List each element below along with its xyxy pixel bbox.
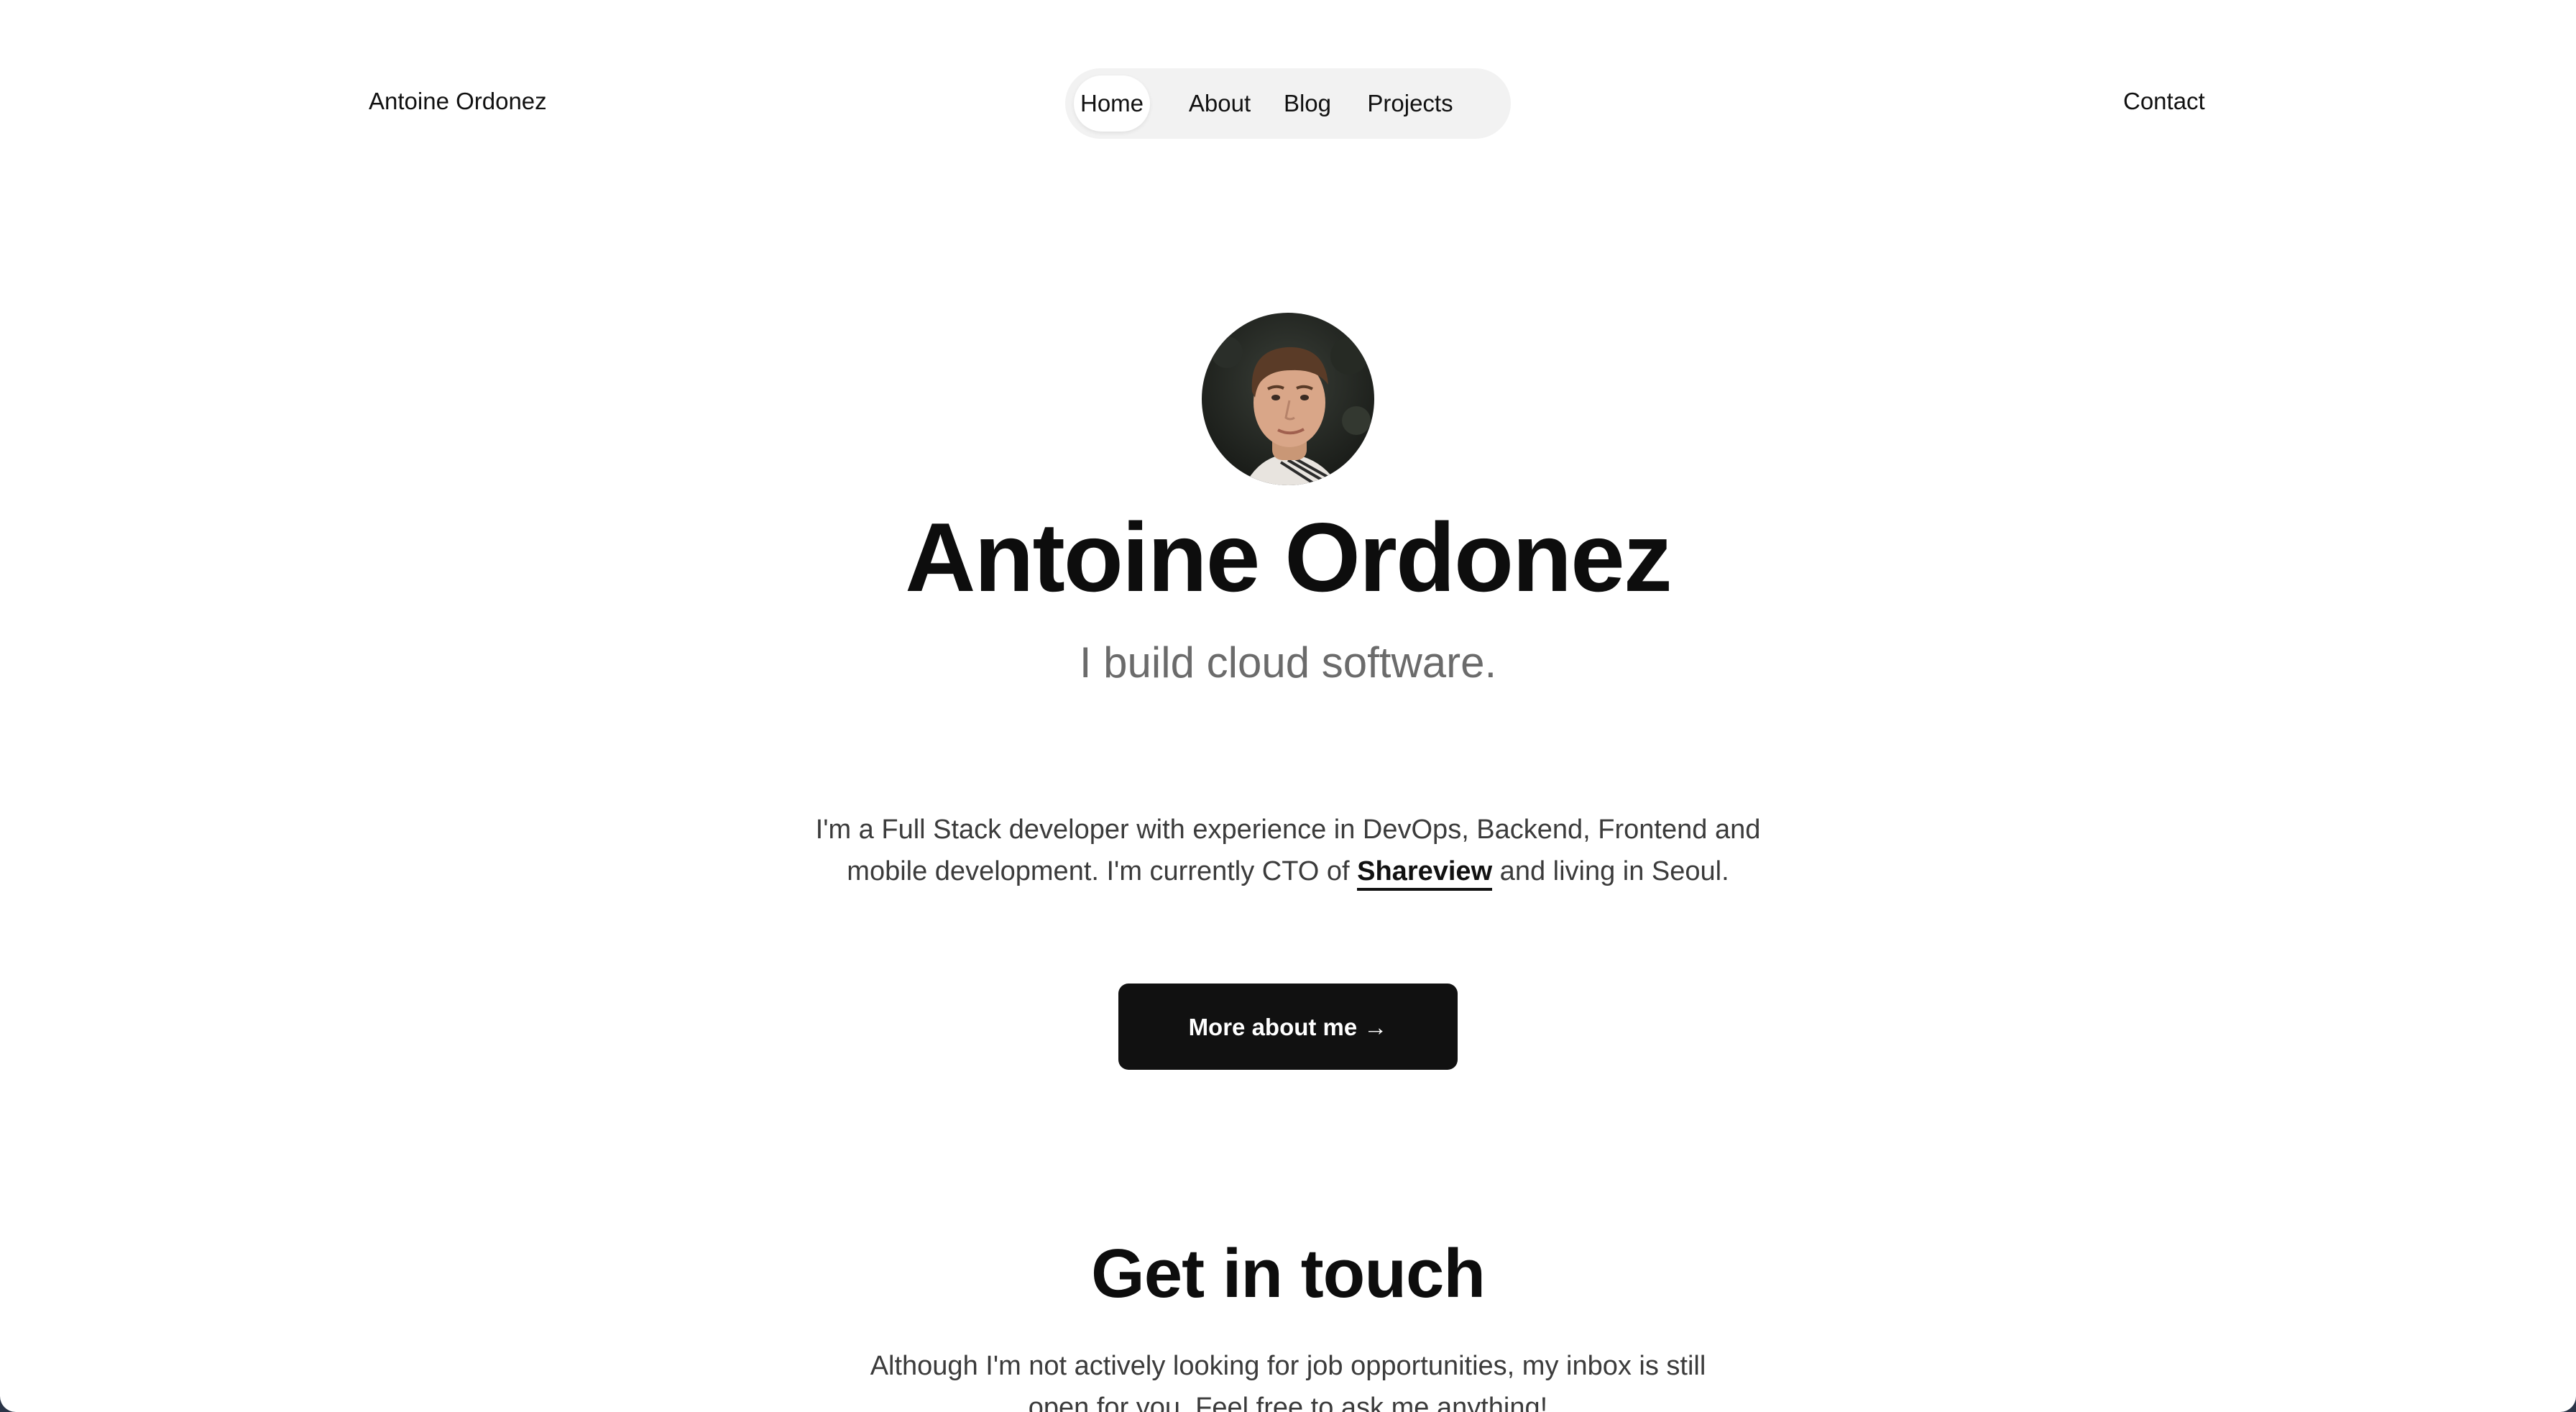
more-about-me-button[interactable]: More about me → bbox=[1118, 984, 1458, 1070]
hero-name: Antoine Ordonez bbox=[905, 503, 1673, 612]
nav-item-blog[interactable]: Blog bbox=[1276, 75, 1339, 132]
bio: I'm a Full Stack developer with experien… bbox=[0, 809, 2576, 892]
nav-item-home[interactable]: Home bbox=[1074, 75, 1150, 132]
bio-line-2-end: and living in Seoul. bbox=[1492, 856, 1729, 886]
get-in-touch-heading: Get in touch bbox=[1091, 1235, 1486, 1312]
bio-line-2-start: mobile development. I'm currently CTO of bbox=[847, 856, 1358, 886]
contact-link[interactable]: Contact bbox=[2123, 88, 2205, 115]
bio-line-1: I'm a Full Stack developer with experien… bbox=[815, 815, 1761, 845]
nav-item-about[interactable]: About bbox=[1179, 75, 1261, 132]
browser-viewport: Antoine Ordonez Home About Blog Projects… bbox=[0, 0, 2576, 1412]
bio-line-2: mobile development. I'm currently CTO of… bbox=[0, 851, 2576, 892]
touch-line-1: Although I'm not actively looking for jo… bbox=[870, 1351, 1706, 1381]
tagline: I build cloud software. bbox=[1079, 638, 1497, 687]
brand-link[interactable]: Antoine Ordonez bbox=[369, 88, 547, 115]
nav-item-projects[interactable]: Projects bbox=[1357, 75, 1463, 132]
get-in-touch-text: Although I'm not actively looking for jo… bbox=[0, 1345, 2576, 1412]
company-link[interactable]: Shareview bbox=[1357, 856, 1493, 891]
touch-line-2: open for you. Feel free to ask me anythi… bbox=[1028, 1393, 1548, 1412]
avatar bbox=[1202, 313, 1374, 485]
main-nav: Home About Blog Projects bbox=[1065, 68, 1511, 139]
